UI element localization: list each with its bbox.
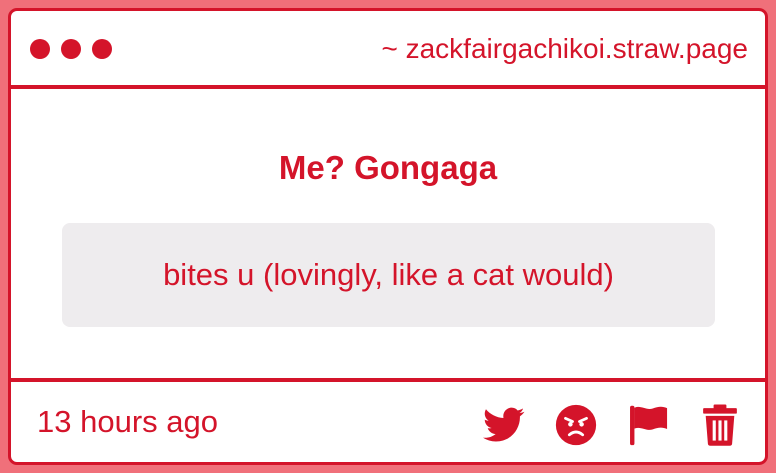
window-titlebar: ~ zackfairgachikoi.straw.page — [11, 11, 765, 89]
window-dot-close[interactable] — [30, 39, 50, 59]
trash-icon — [701, 403, 739, 447]
twitter-icon — [483, 407, 525, 443]
window-dot-maximize[interactable] — [92, 39, 112, 59]
delete-button[interactable] — [697, 402, 743, 448]
answer-box: bites u (lovingly, like a cat would) — [62, 223, 715, 327]
question-title: Me? Gongaga — [278, 149, 498, 186]
action-bar — [481, 402, 743, 448]
card-footer: 13 hours ago — [11, 378, 765, 462]
angry-face-icon — [555, 404, 597, 446]
answer-text: bites u (lovingly, like a cat would) — [163, 257, 614, 292]
card: ~ zackfairgachikoi.straw.page Me? Gongag… — [8, 8, 768, 465]
window-controls — [30, 39, 112, 59]
page-url[interactable]: ~ zackfairgachikoi.straw.page — [381, 33, 748, 65]
report-button[interactable] — [625, 402, 671, 448]
angry-reaction-button[interactable] — [553, 402, 599, 448]
flag-icon — [626, 403, 670, 447]
window-dot-minimize[interactable] — [61, 39, 81, 59]
share-twitter-button[interactable] — [481, 402, 527, 448]
timestamp: 13 hours ago — [37, 404, 218, 439]
